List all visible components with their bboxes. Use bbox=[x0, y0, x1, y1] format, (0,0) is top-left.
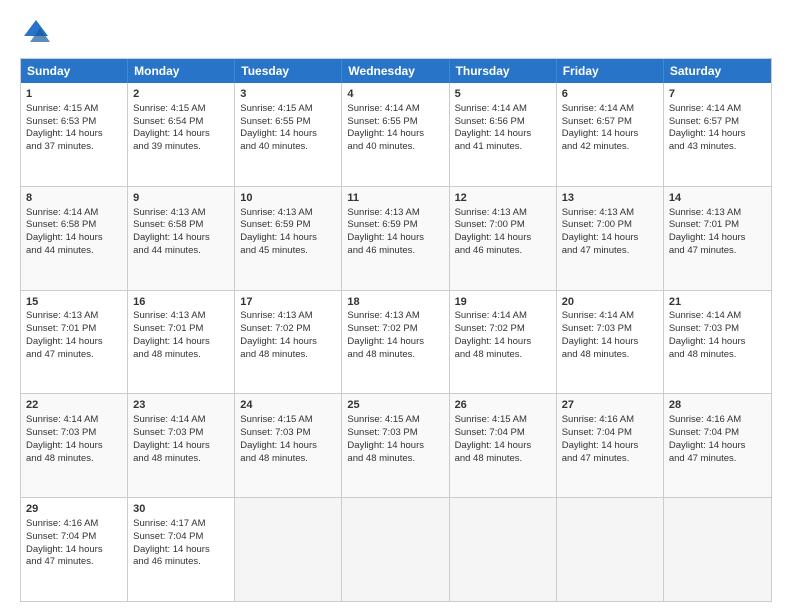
day-num: 8 bbox=[26, 191, 122, 206]
day-num: 4 bbox=[347, 87, 443, 102]
cal-cell-11: 11Sunrise: 4:13 AMSunset: 6:59 PMDayligh… bbox=[342, 187, 449, 290]
logo bbox=[20, 16, 58, 48]
day-num: 3 bbox=[240, 87, 336, 102]
cal-cell-19: 19Sunrise: 4:14 AMSunset: 7:02 PMDayligh… bbox=[450, 291, 557, 394]
cal-cell-24: 24Sunrise: 4:15 AMSunset: 7:03 PMDayligh… bbox=[235, 394, 342, 497]
day-num: 23 bbox=[133, 398, 229, 413]
cal-cell-20: 20Sunrise: 4:14 AMSunset: 7:03 PMDayligh… bbox=[557, 291, 664, 394]
cal-cell-30: 30Sunrise: 4:17 AMSunset: 7:04 PMDayligh… bbox=[128, 498, 235, 601]
cal-cell-4: 4Sunrise: 4:14 AMSunset: 6:55 PMDaylight… bbox=[342, 83, 449, 186]
day-num: 18 bbox=[347, 295, 443, 310]
cal-cell-empty bbox=[557, 498, 664, 601]
header-day-thursday: Thursday bbox=[450, 59, 557, 83]
day-num: 19 bbox=[455, 295, 551, 310]
cal-cell-3: 3Sunrise: 4:15 AMSunset: 6:55 PMDaylight… bbox=[235, 83, 342, 186]
cal-cell-5: 5Sunrise: 4:14 AMSunset: 6:56 PMDaylight… bbox=[450, 83, 557, 186]
day-num: 12 bbox=[455, 191, 551, 206]
header-day-tuesday: Tuesday bbox=[235, 59, 342, 83]
cal-cell-10: 10Sunrise: 4:13 AMSunset: 6:59 PMDayligh… bbox=[235, 187, 342, 290]
cal-cell-17: 17Sunrise: 4:13 AMSunset: 7:02 PMDayligh… bbox=[235, 291, 342, 394]
page: SundayMondayTuesdayWednesdayThursdayFrid… bbox=[0, 0, 792, 612]
day-num: 10 bbox=[240, 191, 336, 206]
day-num: 11 bbox=[347, 191, 443, 206]
cal-cell-2: 2Sunrise: 4:15 AMSunset: 6:54 PMDaylight… bbox=[128, 83, 235, 186]
calendar-row-3: 15Sunrise: 4:13 AMSunset: 7:01 PMDayligh… bbox=[21, 290, 771, 394]
logo-icon bbox=[20, 16, 52, 48]
calendar-row-2: 8Sunrise: 4:14 AMSunset: 6:58 PMDaylight… bbox=[21, 186, 771, 290]
header bbox=[20, 16, 772, 48]
calendar-row-4: 22Sunrise: 4:14 AMSunset: 7:03 PMDayligh… bbox=[21, 393, 771, 497]
day-num: 7 bbox=[669, 87, 766, 102]
day-num: 29 bbox=[26, 502, 122, 517]
day-num: 21 bbox=[669, 295, 766, 310]
header-day-sunday: Sunday bbox=[21, 59, 128, 83]
header-day-monday: Monday bbox=[128, 59, 235, 83]
day-num: 5 bbox=[455, 87, 551, 102]
cal-cell-22: 22Sunrise: 4:14 AMSunset: 7:03 PMDayligh… bbox=[21, 394, 128, 497]
day-num: 25 bbox=[347, 398, 443, 413]
calendar-row-5: 29Sunrise: 4:16 AMSunset: 7:04 PMDayligh… bbox=[21, 497, 771, 601]
day-num: 20 bbox=[562, 295, 658, 310]
cal-cell-empty bbox=[664, 498, 771, 601]
day-num: 30 bbox=[133, 502, 229, 517]
cal-cell-23: 23Sunrise: 4:14 AMSunset: 7:03 PMDayligh… bbox=[128, 394, 235, 497]
day-num: 24 bbox=[240, 398, 336, 413]
day-num: 17 bbox=[240, 295, 336, 310]
day-num: 22 bbox=[26, 398, 122, 413]
calendar-row-1: 1Sunrise: 4:15 AMSunset: 6:53 PMDaylight… bbox=[21, 83, 771, 186]
day-num: 16 bbox=[133, 295, 229, 310]
header-day-wednesday: Wednesday bbox=[342, 59, 449, 83]
day-num: 26 bbox=[455, 398, 551, 413]
day-num: 1 bbox=[26, 87, 122, 102]
day-num: 6 bbox=[562, 87, 658, 102]
header-day-friday: Friday bbox=[557, 59, 664, 83]
cal-cell-25: 25Sunrise: 4:15 AMSunset: 7:03 PMDayligh… bbox=[342, 394, 449, 497]
cal-cell-9: 9Sunrise: 4:13 AMSunset: 6:58 PMDaylight… bbox=[128, 187, 235, 290]
day-num: 14 bbox=[669, 191, 766, 206]
cal-cell-12: 12Sunrise: 4:13 AMSunset: 7:00 PMDayligh… bbox=[450, 187, 557, 290]
cal-cell-13: 13Sunrise: 4:13 AMSunset: 7:00 PMDayligh… bbox=[557, 187, 664, 290]
day-num: 27 bbox=[562, 398, 658, 413]
header-day-saturday: Saturday bbox=[664, 59, 771, 83]
cal-cell-26: 26Sunrise: 4:15 AMSunset: 7:04 PMDayligh… bbox=[450, 394, 557, 497]
cal-cell-28: 28Sunrise: 4:16 AMSunset: 7:04 PMDayligh… bbox=[664, 394, 771, 497]
day-num: 2 bbox=[133, 87, 229, 102]
cal-cell-16: 16Sunrise: 4:13 AMSunset: 7:01 PMDayligh… bbox=[128, 291, 235, 394]
day-num: 15 bbox=[26, 295, 122, 310]
day-num: 28 bbox=[669, 398, 766, 413]
cal-cell-empty bbox=[235, 498, 342, 601]
cal-cell-8: 8Sunrise: 4:14 AMSunset: 6:58 PMDaylight… bbox=[21, 187, 128, 290]
calendar-body: 1Sunrise: 4:15 AMSunset: 6:53 PMDaylight… bbox=[21, 83, 771, 601]
cal-cell-15: 15Sunrise: 4:13 AMSunset: 7:01 PMDayligh… bbox=[21, 291, 128, 394]
cal-cell-empty bbox=[342, 498, 449, 601]
cal-cell-21: 21Sunrise: 4:14 AMSunset: 7:03 PMDayligh… bbox=[664, 291, 771, 394]
calendar: SundayMondayTuesdayWednesdayThursdayFrid… bbox=[20, 58, 772, 602]
cal-cell-1: 1Sunrise: 4:15 AMSunset: 6:53 PMDaylight… bbox=[21, 83, 128, 186]
cal-cell-18: 18Sunrise: 4:13 AMSunset: 7:02 PMDayligh… bbox=[342, 291, 449, 394]
cal-cell-6: 6Sunrise: 4:14 AMSunset: 6:57 PMDaylight… bbox=[557, 83, 664, 186]
cal-cell-7: 7Sunrise: 4:14 AMSunset: 6:57 PMDaylight… bbox=[664, 83, 771, 186]
calendar-header-row: SundayMondayTuesdayWednesdayThursdayFrid… bbox=[21, 59, 771, 83]
cal-cell-empty bbox=[450, 498, 557, 601]
cal-cell-29: 29Sunrise: 4:16 AMSunset: 7:04 PMDayligh… bbox=[21, 498, 128, 601]
cal-cell-27: 27Sunrise: 4:16 AMSunset: 7:04 PMDayligh… bbox=[557, 394, 664, 497]
day-num: 13 bbox=[562, 191, 658, 206]
day-num: 9 bbox=[133, 191, 229, 206]
cal-cell-14: 14Sunrise: 4:13 AMSunset: 7:01 PMDayligh… bbox=[664, 187, 771, 290]
